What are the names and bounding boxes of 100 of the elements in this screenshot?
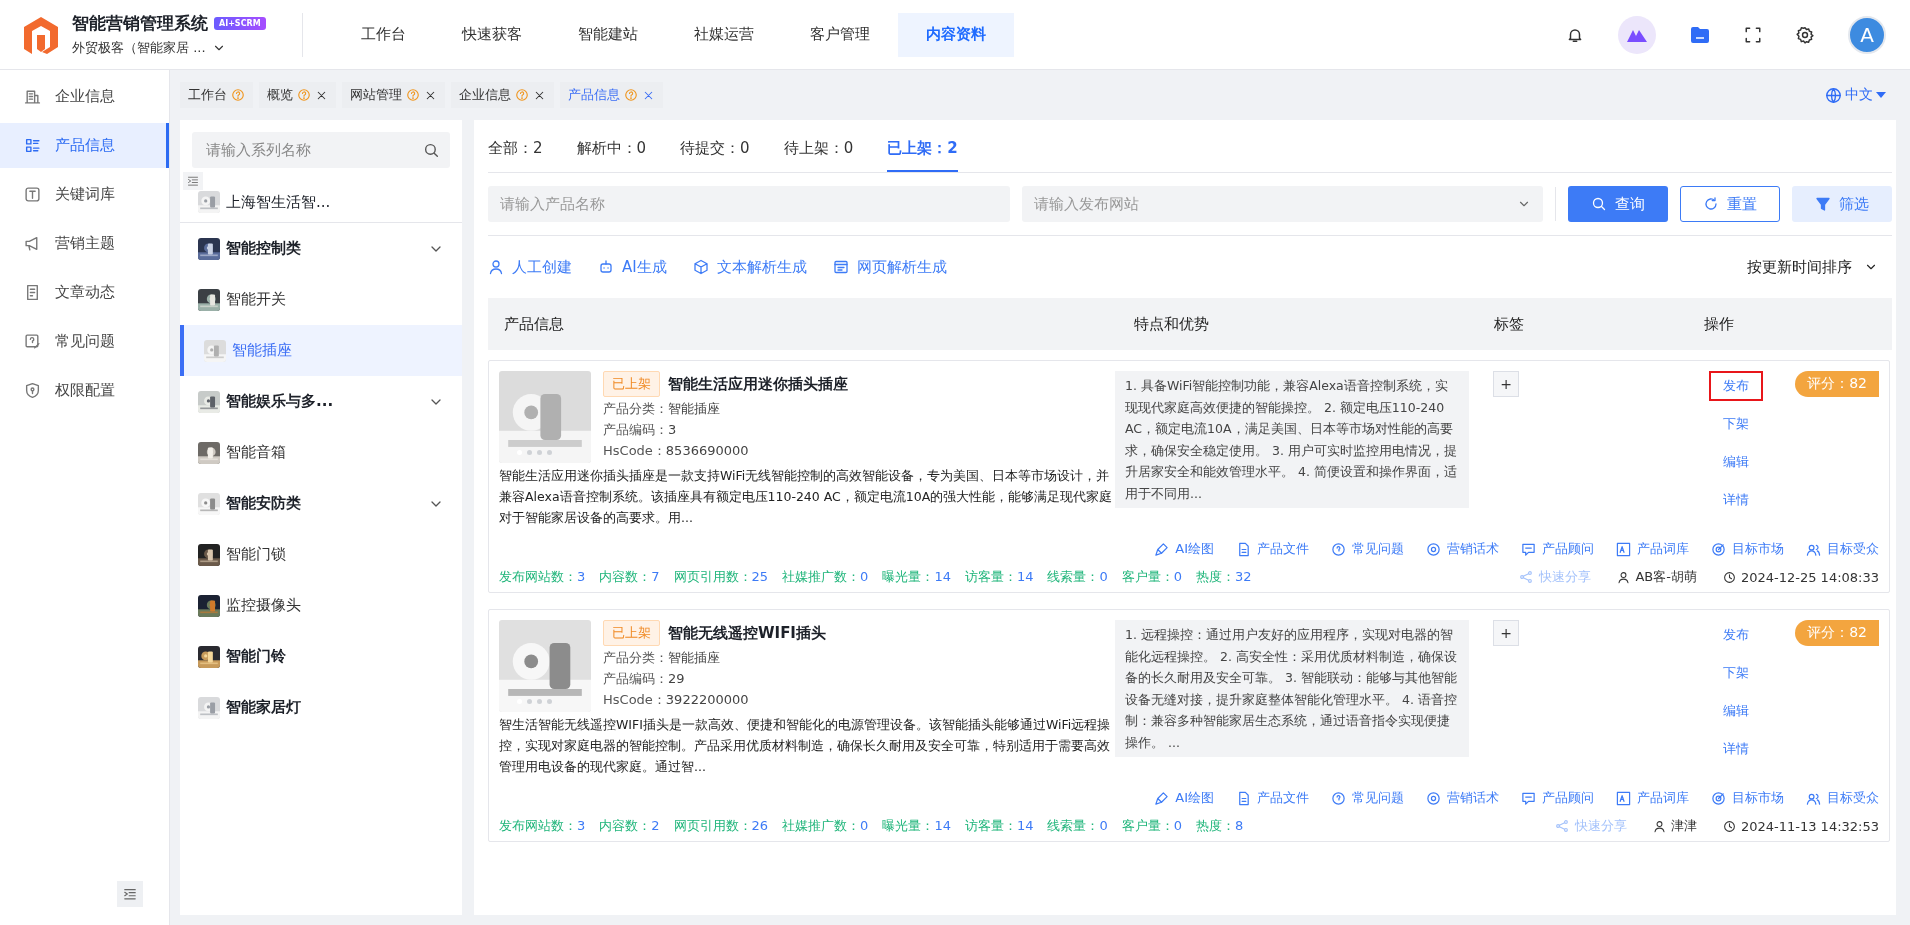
- sidebar-item[interactable]: 关键词库: [0, 172, 169, 217]
- collapse-button[interactable]: [183, 172, 203, 190]
- tool-link[interactable]: 常见问题: [1331, 789, 1404, 807]
- tool-link[interactable]: 产品词库: [1616, 540, 1689, 558]
- action-link[interactable]: 详情: [1709, 734, 1763, 764]
- status-tab[interactable]: 解析中：0: [576, 139, 647, 172]
- nav-tab[interactable]: 快速获客: [434, 12, 550, 57]
- create-link[interactable]: 网页解析生成: [832, 257, 947, 277]
- status-tab[interactable]: 已上架：2: [887, 139, 958, 172]
- user-avatar[interactable]: A: [1848, 15, 1886, 54]
- tool-link[interactable]: 常见问题: [1331, 540, 1404, 558]
- sort-selector[interactable]: 按更新时间排序: [1741, 256, 1884, 278]
- category-item[interactable]: 智能控制类: [180, 223, 462, 274]
- action-link[interactable]: 编辑: [1709, 447, 1763, 477]
- product-description: 智能生活应用迷你插头插座是一款支持WiFi无线智能控制的高效智能设备，专为美国、日本等市场设计，并兼容Alexa语音控制系统。该插座具有额定电压110-240 AC，额定电流10A的强大性能，能够满足现代家庭对于智能家居设备的高要求。用...: [499, 467, 1114, 527]
- ai-assistant-button[interactable]: [1618, 15, 1656, 54]
- tool-link[interactable]: AI绘图: [1154, 540, 1214, 558]
- reset-button[interactable]: 重置: [1680, 186, 1780, 222]
- sidebar-item[interactable]: 企业信息: [0, 74, 169, 119]
- action-link[interactable]: 详情: [1709, 485, 1763, 515]
- search-field[interactable]: 请输入系列名称: [192, 132, 450, 168]
- sidebar-item[interactable]: 文章动态: [0, 270, 169, 315]
- nav-tab[interactable]: 社媒运营: [666, 12, 782, 57]
- subcategory-item[interactable]: 智能音箱: [180, 427, 462, 478]
- org-selector[interactable]: 外贸极客（智能家居 ...: [72, 39, 226, 57]
- column-header: 操作: [1704, 314, 1735, 334]
- category-item[interactable]: 智能家居灯: [180, 682, 462, 733]
- status-tab[interactable]: 全部：2: [488, 139, 543, 172]
- product-field: 产品编码：29: [603, 670, 826, 688]
- sidebar-item[interactable]: 权限配置: [0, 368, 169, 413]
- tool-link[interactable]: 产品文件: [1236, 789, 1309, 807]
- nav-tab[interactable]: 客户管理: [782, 12, 898, 57]
- file-icon: [1236, 541, 1251, 557]
- user-icon: [1617, 570, 1631, 584]
- status-tab[interactable]: 待上架：0: [783, 139, 854, 172]
- page-tab[interactable]: 概览: [259, 82, 336, 108]
- grid-icon: [24, 137, 41, 154]
- help-icon: [515, 88, 529, 102]
- category-item[interactable]: 智能安防类: [180, 478, 462, 529]
- stat-text: 网页引用数：26: [673, 817, 769, 835]
- nav-tab[interactable]: 智能建站: [550, 12, 666, 57]
- create-link[interactable]: AI生成: [598, 257, 667, 277]
- page-tab[interactable]: 网站管理: [342, 82, 445, 108]
- tool-link[interactable]: 营销话术: [1426, 789, 1499, 807]
- nav-tab[interactable]: 工作台: [333, 12, 434, 57]
- help-icon: [624, 88, 638, 102]
- tool-link[interactable]: 产品顾问: [1521, 540, 1594, 558]
- tool-link[interactable]: 产品词库: [1616, 789, 1689, 807]
- target-icon: [1711, 790, 1726, 806]
- language-selector[interactable]: 中文: [1819, 85, 1892, 105]
- nav-tab[interactable]: 内容资料: [898, 12, 1014, 57]
- add-tag-button[interactable]: +: [1493, 371, 1519, 397]
- sidebar-item[interactable]: 产品信息: [0, 123, 169, 168]
- clock-icon: [1722, 570, 1736, 584]
- category-item[interactable]: 智能门铃: [180, 631, 462, 682]
- status-tag: 已上架: [603, 371, 660, 397]
- help-icon: [406, 88, 420, 102]
- logo-icon: [22, 14, 60, 55]
- page-tab[interactable]: 企业信息: [451, 82, 554, 108]
- sidebar-item[interactable]: 营销主题: [0, 221, 169, 266]
- action-link[interactable]: 下架: [1709, 409, 1763, 439]
- subcategory-item[interactable]: 智能门锁: [180, 529, 462, 580]
- tool-link[interactable]: 产品顾问: [1521, 789, 1594, 807]
- tool-link[interactable]: 目标市场: [1711, 789, 1784, 807]
- filter-icon: [1815, 196, 1831, 212]
- create-link[interactable]: 文本解析生成: [692, 257, 807, 277]
- status-tab[interactable]: 待提交：0: [680, 139, 750, 172]
- action-link[interactable]: 发布: [1709, 620, 1763, 650]
- tool-link[interactable]: 目标市场: [1711, 540, 1784, 558]
- tool-link[interactable]: 目标受众: [1806, 789, 1879, 807]
- share-icon: [1554, 819, 1569, 833]
- stat-text: 发布网站数：3: [499, 817, 586, 835]
- category-item[interactable]: 智能娱乐与多...: [180, 376, 462, 427]
- website-select[interactable]: 请输入发布网站: [1021, 186, 1543, 222]
- query-button[interactable]: 查询: [1568, 186, 1668, 222]
- subcategory-item[interactable]: 智能插座: [180, 325, 462, 376]
- action-link[interactable]: 发布: [1709, 371, 1763, 401]
- stat-text: 社媒推广数：0: [782, 568, 869, 586]
- target-icon: [1711, 541, 1726, 557]
- letter-icon: [1616, 790, 1631, 806]
- filter-button[interactable]: 筛选: [1792, 186, 1892, 222]
- action-link[interactable]: 下架: [1709, 658, 1763, 688]
- page-tab[interactable]: 产品信息: [560, 82, 663, 108]
- tool-link[interactable]: 产品文件: [1236, 540, 1309, 558]
- tool-link[interactable]: AI绘图: [1154, 789, 1214, 807]
- sidebar-item[interactable]: 常见问题: [0, 319, 169, 364]
- action-link[interactable]: 编辑: [1709, 696, 1763, 726]
- page-tab[interactable]: 工作台: [180, 82, 253, 108]
- subcategory-item[interactable]: 监控摄像头: [180, 580, 462, 631]
- shield-icon: [24, 382, 41, 399]
- column-header: 标签: [1494, 314, 1525, 334]
- add-tag-button[interactable]: +: [1493, 620, 1519, 646]
- letter-icon: [1616, 541, 1631, 557]
- tool-link[interactable]: 营销话术: [1426, 540, 1499, 558]
- product-name-field[interactable]: 请输入产品名称: [488, 186, 1010, 222]
- clock-icon: [1722, 819, 1736, 833]
- collapse-button[interactable]: [117, 881, 143, 907]
- subcategory-item[interactable]: 智能开关: [180, 274, 462, 325]
- tool-link[interactable]: 目标受众: [1806, 540, 1879, 558]
- create-link[interactable]: 人工创建: [488, 257, 572, 277]
